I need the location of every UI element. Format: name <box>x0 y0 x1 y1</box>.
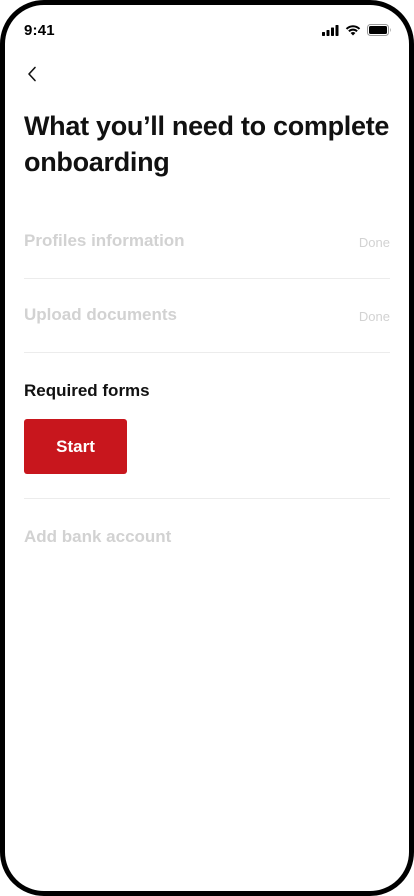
step-profiles-information[interactable]: Profiles information Done <box>24 205 390 279</box>
step-upload-documents[interactable]: Upload documents Done <box>24 279 390 353</box>
status-bar: 9:41 <box>5 5 409 61</box>
step-label: Add bank account <box>24 527 172 546</box>
phone-frame: 9:41 What you’ll need to complete onboar… <box>0 0 414 896</box>
status-icons <box>322 24 392 36</box>
wifi-icon <box>345 24 361 36</box>
status-time: 9:41 <box>24 22 55 39</box>
step-label: Upload documents <box>24 305 178 324</box>
back-button[interactable] <box>21 65 43 87</box>
step-status: Done <box>358 309 390 324</box>
step-label: Profiles information <box>24 231 185 250</box>
step-label: Required forms <box>24 381 150 400</box>
onboarding-step-list: Profiles information Done Upload documen… <box>24 205 390 559</box>
start-button[interactable]: Start <box>24 419 127 474</box>
step-required-forms: Required forms Start <box>24 353 390 499</box>
battery-icon <box>367 24 392 36</box>
cellular-signal-icon <box>322 24 339 36</box>
step-status: Done <box>358 235 390 250</box>
page-title: What you’ll need to complete onboarding <box>24 111 390 177</box>
step-add-bank-account: Add bank account <box>24 499 390 559</box>
chevron-left-icon <box>27 66 37 87</box>
